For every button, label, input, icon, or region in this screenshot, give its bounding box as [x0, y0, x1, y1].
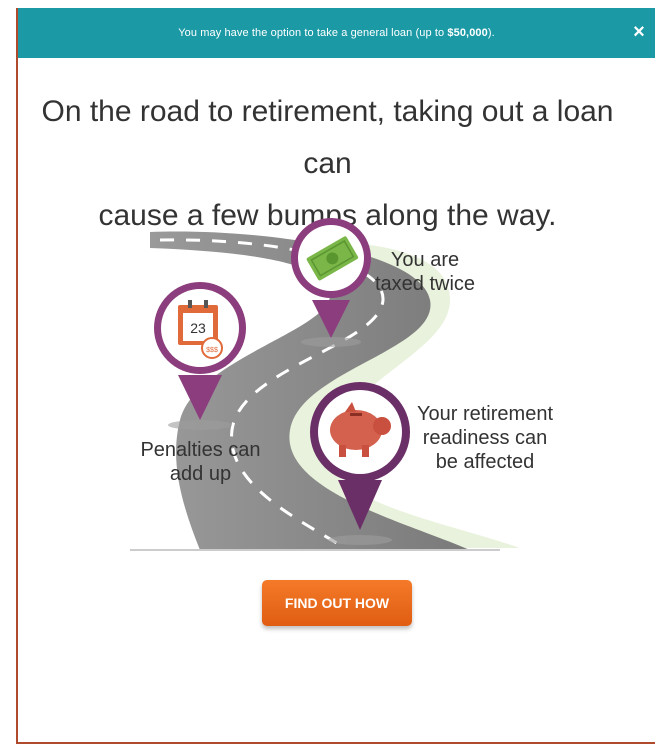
- caption-line: Penalties can: [140, 439, 261, 461]
- caption-line: add up: [169, 463, 232, 485]
- caption-line: be affected: [435, 451, 535, 473]
- road-illustration: 23 $$$: [130, 218, 520, 551]
- caption-penalties: Penalties can add up: [138, 438, 263, 486]
- caption-line: Your retirement: [417, 403, 553, 425]
- caption-line: readiness can: [422, 427, 548, 449]
- caption-taxed: You are taxed twice: [370, 248, 480, 296]
- stamp-text: $$$: [206, 347, 218, 354]
- calendar-day: 23: [190, 320, 206, 336]
- caption-retirement: Your retirement readiness can be affecte…: [410, 402, 560, 474]
- find-out-how-button[interactable]: FIND OUT HOW: [262, 580, 412, 626]
- caption-line: taxed twice: [374, 273, 476, 295]
- caption-line: You are: [390, 249, 460, 271]
